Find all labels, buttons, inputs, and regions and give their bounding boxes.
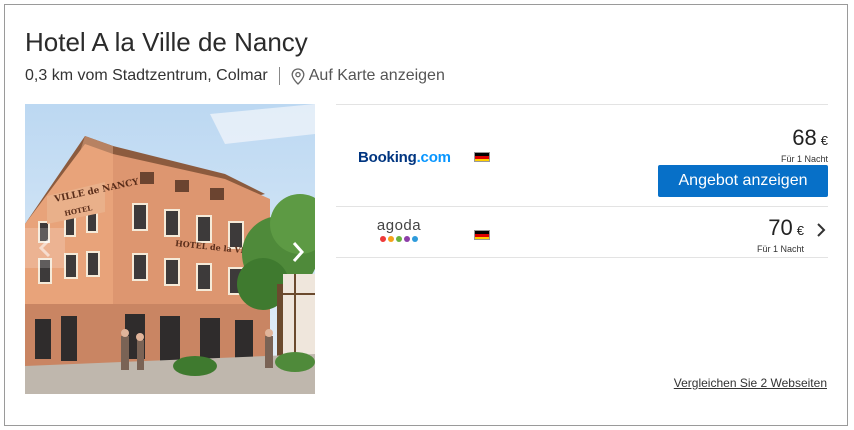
chevron-right-icon xyxy=(817,223,826,237)
hotel-title[interactable]: Hotel A la Ville de Nancy xyxy=(25,27,308,58)
german-flag-icon xyxy=(474,230,490,240)
chevron-left-icon xyxy=(39,238,51,258)
hotel-photo-carousel[interactable]: VILLE de NANCY HOTEL HOTEL de la VILLE xyxy=(25,104,315,394)
booking-logo: Booking.com xyxy=(358,149,451,166)
per-night-label: Für 1 Nacht xyxy=(780,154,828,164)
price-currency: € xyxy=(820,133,828,148)
carousel-next-button[interactable] xyxy=(283,232,313,272)
offer-price: 68 € Für 1 Nacht xyxy=(781,125,828,164)
chevron-right-icon xyxy=(292,242,305,262)
per-night-label: Für 1 Nacht xyxy=(756,244,804,254)
compare-sites-link[interactable]: Vergleichen Sie 2 Webseiten xyxy=(674,376,827,390)
offer-expand-button[interactable] xyxy=(816,222,826,243)
offer-row[interactable]: agoda 70 € Für 1 Nacht xyxy=(336,207,828,257)
show-on-map-label: Auf Karte anzeigen xyxy=(308,67,445,84)
hotel-distance: 0,3 km vom Stadtzentrum, Colmar xyxy=(25,67,268,84)
price-currency: € xyxy=(796,223,804,238)
show-on-map-link[interactable]: Auf Karte anzeigen xyxy=(291,67,445,85)
divider xyxy=(336,257,828,258)
offer-row[interactable]: Booking.com 68 € Für 1 Nacht Angebot anze… xyxy=(336,105,828,206)
agoda-logo: agoda xyxy=(374,218,424,242)
price-value: 68 xyxy=(792,125,817,150)
view-deal-button[interactable]: Angebot anzeigen xyxy=(658,165,828,197)
hotel-photo: VILLE de NANCY HOTEL HOTEL de la VILLE xyxy=(25,104,315,394)
map-pin-icon xyxy=(291,67,305,85)
hotel-location-line: 0,3 km vom Stadtzentrum, Colmar Auf Kart… xyxy=(25,67,445,85)
german-flag-icon xyxy=(474,152,490,162)
hotel-card: Hotel A la Ville de Nancy 0,3 km vom Sta… xyxy=(4,4,848,426)
price-value: 70 xyxy=(768,215,793,240)
separator xyxy=(278,67,280,85)
offer-price: 70 € Für 1 Nacht xyxy=(757,215,804,254)
carousel-prev-button[interactable] xyxy=(25,228,65,268)
offers-list: Booking.com 68 € Für 1 Nacht Angebot anze… xyxy=(336,104,828,258)
